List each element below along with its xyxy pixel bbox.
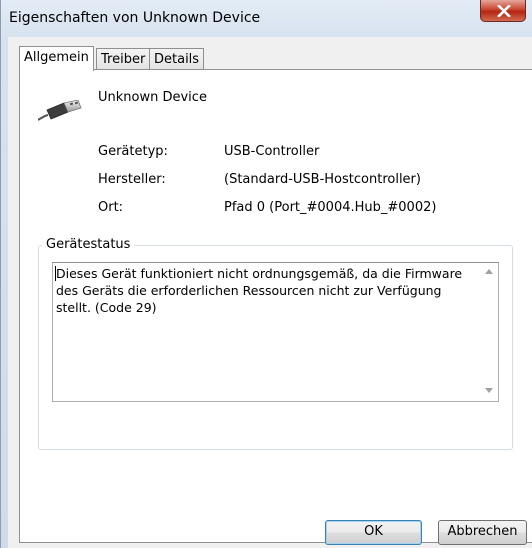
tab-treiber[interactable]: Treiber xyxy=(96,48,151,70)
device-status-title: Gerätestatus xyxy=(42,237,135,252)
tab-label: Details xyxy=(154,52,200,67)
scroll-up-arrow-icon[interactable] xyxy=(485,269,493,274)
scroll-down-arrow-icon[interactable] xyxy=(485,388,493,393)
tab-label: Treiber xyxy=(101,52,146,67)
window-title: Eigenschaften von Unknown Device xyxy=(9,10,261,26)
device-status-textbox[interactable]: Dieses Gerät funktioniert nicht ordnungs… xyxy=(52,262,499,402)
location-label: Ort: xyxy=(98,200,124,215)
tab-allgemein[interactable]: Allgemein xyxy=(19,46,94,71)
manufacturer-label: Hersteller: xyxy=(98,172,166,187)
device-type-label: Gerätetyp: xyxy=(98,144,168,159)
close-button[interactable] xyxy=(480,0,526,22)
usb-plug-icon xyxy=(37,99,82,130)
device-status-text: Dieses Gerät funktioniert nicht ordnungs… xyxy=(56,266,463,315)
location-value: Pfad 0 (Port_#0004.Hub_#0002) xyxy=(224,200,437,215)
close-icon xyxy=(497,5,511,17)
cancel-button[interactable]: Abbrechen xyxy=(438,520,527,545)
device-type-value: USB-Controller xyxy=(224,144,320,159)
dialog-client-area: Allgemein Treiber Details Unknown Device… xyxy=(8,37,532,548)
device-name: Unknown Device xyxy=(98,90,207,105)
tab-details[interactable]: Details xyxy=(149,48,205,70)
manufacturer-value: (Standard-USB-Hostcontroller) xyxy=(224,172,421,187)
tab-label: Allgemein xyxy=(24,50,89,65)
ok-button[interactable]: OK xyxy=(325,520,422,545)
status-scrollbar[interactable] xyxy=(481,263,498,401)
